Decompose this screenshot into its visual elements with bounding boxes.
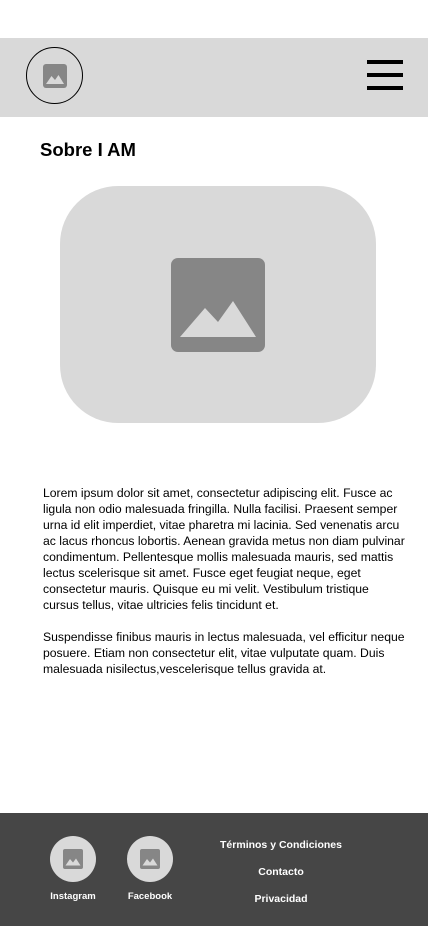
privacy-link[interactable]: Privacidad [200, 891, 362, 907]
menu-line [367, 73, 403, 77]
terms-link[interactable]: Términos y Condiciones [200, 837, 362, 853]
menu-line [367, 86, 403, 90]
facebook-link[interactable]: Facebook [115, 836, 185, 903]
image-placeholder-icon [171, 257, 265, 352]
image-placeholder-icon [140, 849, 160, 869]
page-title: Sobre I AM [40, 139, 136, 160]
image-placeholder-icon [63, 849, 83, 869]
about-paragraph: Lorem ipsum dolor sit amet, consectetur … [43, 486, 405, 612]
footer-links: Términos y Condiciones Contacto Privacid… [200, 837, 362, 918]
facebook-icon-container [127, 836, 173, 882]
image-placeholder-icon [42, 63, 67, 88]
contact-link[interactable]: Contacto [200, 864, 362, 880]
instagram-link[interactable]: Instagram [38, 836, 108, 903]
hamburger-menu-icon[interactable] [367, 58, 403, 92]
logo[interactable] [26, 47, 83, 104]
app-footer: Instagram Facebook Términos y Condicione… [0, 813, 428, 926]
app-header [0, 38, 428, 117]
about-text: Lorem ipsum dolor sit amet, consectetur … [43, 485, 405, 693]
menu-line [367, 60, 403, 64]
hero-image [60, 186, 376, 423]
facebook-label: Facebook [127, 891, 173, 902]
instagram-icon-container [50, 836, 96, 882]
instagram-label: Instagram [50, 891, 96, 902]
about-paragraph: Suspendisse finibus mauris in lectus mal… [43, 630, 405, 676]
